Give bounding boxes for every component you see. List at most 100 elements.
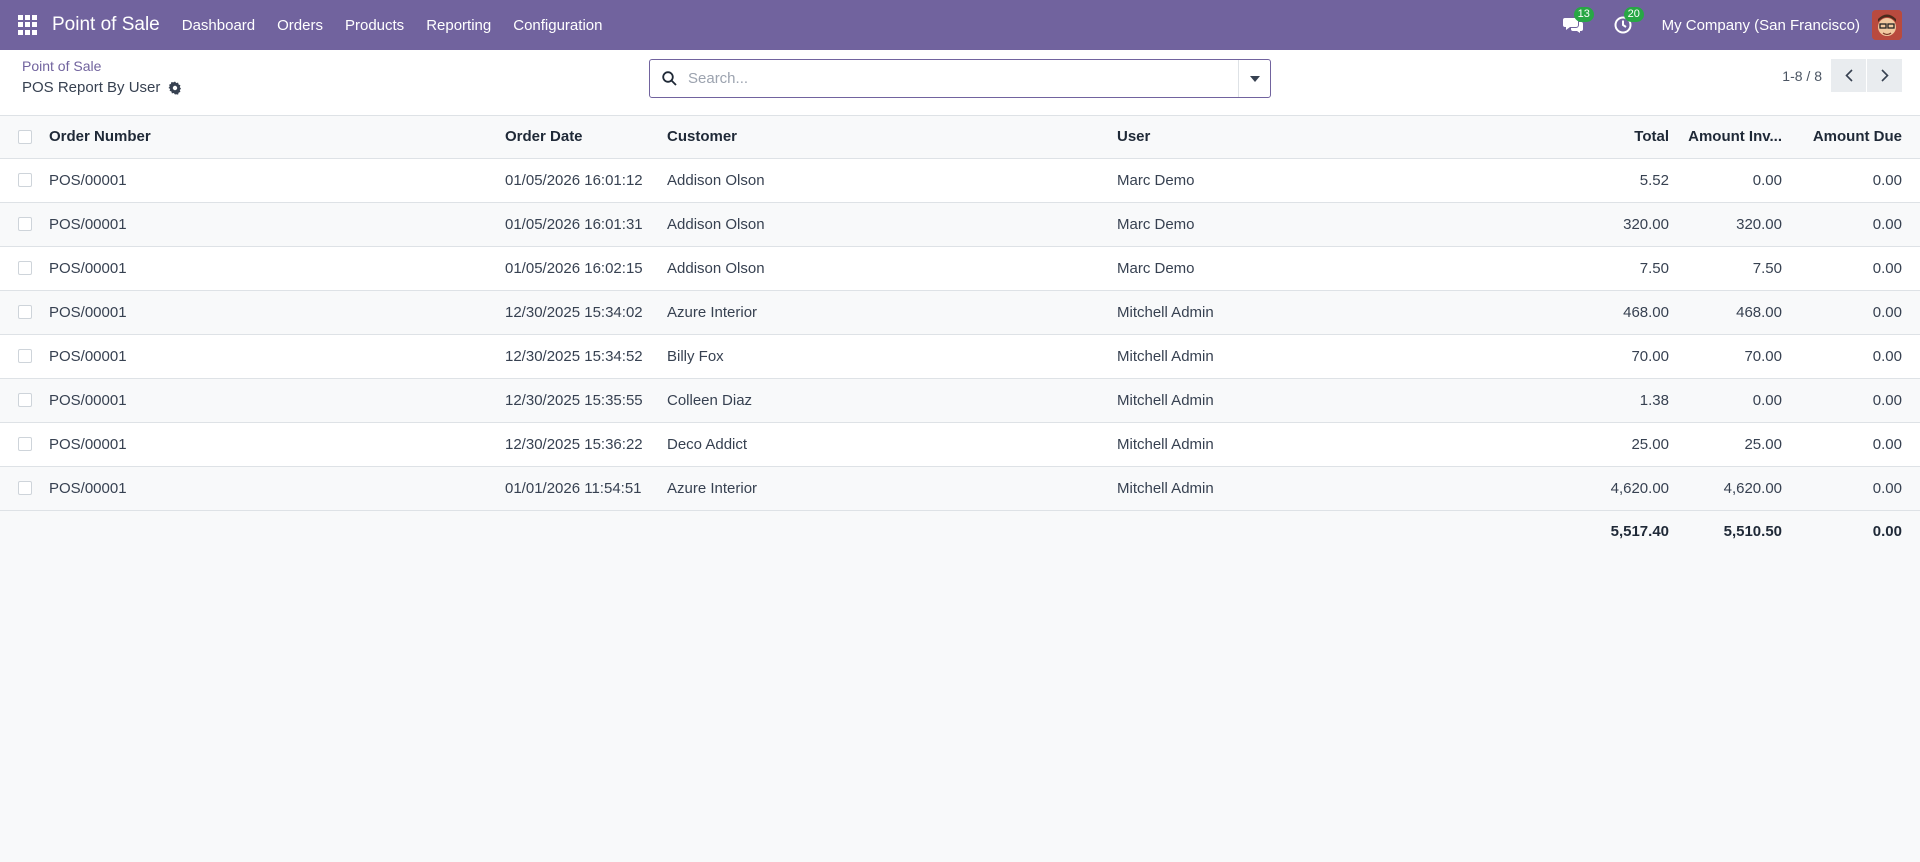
cell-user[interactable]: Mitchell Admin: [1117, 422, 1577, 467]
messages-button[interactable]: 13: [1562, 7, 1594, 36]
menu-products[interactable]: Products: [345, 17, 404, 34]
company-switcher[interactable]: My Company (San Francisco): [1662, 17, 1860, 34]
cell-customer[interactable]: Colleen Diaz: [667, 378, 1117, 423]
col-amount-invoiced[interactable]: Amount Inv...: [1680, 116, 1793, 159]
cell-customer[interactable]: Addison Olson: [667, 246, 1117, 291]
cell-amount-invoiced[interactable]: 468.00: [1680, 290, 1793, 335]
sum-amount-invoiced: 5,510.50: [1680, 510, 1793, 552]
cell-amount-due[interactable]: 0.00: [1793, 334, 1920, 379]
cell-customer[interactable]: Addison Olson: [667, 158, 1117, 203]
user-avatar[interactable]: [1872, 10, 1902, 40]
cell-amount-due[interactable]: 0.00: [1793, 378, 1920, 423]
table-row[interactable]: POS/00001 12/30/2025 15:35:55 Colleen Di…: [0, 378, 1920, 423]
cell-total[interactable]: 320.00: [1577, 202, 1680, 247]
cell-order-date[interactable]: 01/05/2026 16:02:15: [505, 246, 667, 291]
cell-amount-due[interactable]: 0.00: [1793, 246, 1920, 291]
col-order-date[interactable]: Order Date: [505, 116, 667, 159]
table-row[interactable]: POS/00001 01/05/2026 16:01:12 Addison Ol…: [0, 158, 1920, 203]
cell-order-number[interactable]: POS/00001: [49, 202, 505, 247]
cell-total[interactable]: 1.38: [1577, 378, 1680, 423]
cell-order-date[interactable]: 12/30/2025 15:34:02: [505, 290, 667, 335]
table-row[interactable]: POS/00001 01/05/2026 16:01:31 Addison Ol…: [0, 202, 1920, 247]
cell-order-number[interactable]: POS/00001: [49, 246, 505, 291]
cell-customer[interactable]: Deco Addict: [667, 422, 1117, 467]
cell-order-date[interactable]: 12/30/2025 15:36:22: [505, 422, 667, 467]
cell-amount-invoiced[interactable]: 7.50: [1680, 246, 1793, 291]
gear-icon[interactable]: [168, 81, 182, 95]
cell-amount-due[interactable]: 0.00: [1793, 422, 1920, 467]
cell-customer[interactable]: Azure Interior: [667, 290, 1117, 335]
cell-total[interactable]: 4,620.00: [1577, 466, 1680, 511]
cell-amount-invoiced[interactable]: 70.00: [1680, 334, 1793, 379]
table-row[interactable]: POS/00001 12/30/2025 15:34:52 Billy Fox …: [0, 334, 1920, 379]
cell-order-date[interactable]: 01/01/2026 11:54:51: [505, 466, 667, 511]
cell-order-number[interactable]: POS/00001: [49, 466, 505, 511]
table-row[interactable]: POS/00001 01/01/2026 11:54:51 Azure Inte…: [0, 466, 1920, 511]
cell-order-number[interactable]: POS/00001: [49, 158, 505, 203]
search-options-toggle[interactable]: [1238, 60, 1270, 97]
cell-order-date[interactable]: 12/30/2025 15:35:55: [505, 378, 667, 423]
cell-amount-due[interactable]: 0.00: [1793, 290, 1920, 335]
app-brand[interactable]: Point of Sale: [52, 14, 160, 36]
activities-button[interactable]: 20: [1612, 7, 1644, 36]
row-checkbox[interactable]: [18, 437, 32, 451]
cell-customer[interactable]: Billy Fox: [667, 334, 1117, 379]
cell-amount-due[interactable]: 0.00: [1793, 158, 1920, 203]
col-customer[interactable]: Customer: [667, 116, 1117, 159]
menu-reporting[interactable]: Reporting: [426, 17, 491, 34]
cell-customer[interactable]: Azure Interior: [667, 466, 1117, 511]
cell-user[interactable]: Marc Demo: [1117, 246, 1577, 291]
apps-menu-icon[interactable]: [18, 15, 38, 35]
cell-user[interactable]: Mitchell Admin: [1117, 290, 1577, 335]
cell-user[interactable]: Mitchell Admin: [1117, 334, 1577, 379]
row-checkbox[interactable]: [18, 349, 32, 363]
cell-user[interactable]: Mitchell Admin: [1117, 466, 1577, 511]
row-checkbox[interactable]: [18, 481, 32, 495]
cell-customer[interactable]: Addison Olson: [667, 202, 1117, 247]
row-checkbox[interactable]: [18, 217, 32, 231]
breadcrumb[interactable]: Point of Sale: [22, 58, 101, 74]
cell-user[interactable]: Marc Demo: [1117, 202, 1577, 247]
cell-order-date[interactable]: 12/30/2025 15:34:52: [505, 334, 667, 379]
cell-amount-invoiced[interactable]: 25.00: [1680, 422, 1793, 467]
pager-value[interactable]: 1-8 / 8: [1782, 68, 1822, 84]
col-total[interactable]: Total: [1577, 116, 1680, 159]
cell-amount-due[interactable]: 0.00: [1793, 466, 1920, 511]
cell-amount-invoiced[interactable]: 320.00: [1680, 202, 1793, 247]
pager-previous-button[interactable]: [1831, 59, 1866, 92]
cell-amount-due[interactable]: 0.00: [1793, 202, 1920, 247]
select-all-checkbox[interactable]: [18, 129, 32, 144]
select-all-cell: [0, 116, 49, 159]
table-row[interactable]: POS/00001 01/05/2026 16:02:15 Addison Ol…: [0, 246, 1920, 291]
cell-order-number[interactable]: POS/00001: [49, 290, 505, 335]
cell-user[interactable]: Mitchell Admin: [1117, 378, 1577, 423]
cell-order-date[interactable]: 01/05/2026 16:01:12: [505, 158, 667, 203]
cell-order-number[interactable]: POS/00001: [49, 334, 505, 379]
cell-amount-invoiced[interactable]: 0.00: [1680, 158, 1793, 203]
cell-amount-invoiced[interactable]: 4,620.00: [1680, 466, 1793, 511]
menu-dashboard[interactable]: Dashboard: [182, 17, 255, 34]
menu-configuration[interactable]: Configuration: [513, 17, 602, 34]
cell-order-number[interactable]: POS/00001: [49, 422, 505, 467]
col-amount-due[interactable]: Amount Due: [1793, 116, 1920, 159]
row-checkbox[interactable]: [18, 173, 32, 187]
row-checkbox[interactable]: [18, 305, 32, 319]
table-row[interactable]: POS/00001 12/30/2025 15:34:02 Azure Inte…: [0, 290, 1920, 335]
pager-next-button[interactable]: [1867, 59, 1902, 92]
table-row[interactable]: POS/00001 12/30/2025 15:36:22 Deco Addic…: [0, 422, 1920, 467]
cell-order-number[interactable]: POS/00001: [49, 378, 505, 423]
row-checkbox[interactable]: [18, 261, 32, 275]
cell-total[interactable]: 5.52: [1577, 158, 1680, 203]
col-user[interactable]: User: [1117, 116, 1577, 159]
cell-amount-invoiced[interactable]: 0.00: [1680, 378, 1793, 423]
cell-user[interactable]: Marc Demo: [1117, 158, 1577, 203]
search-input[interactable]: [688, 60, 1238, 97]
menu-orders[interactable]: Orders: [277, 17, 323, 34]
cell-total[interactable]: 7.50: [1577, 246, 1680, 291]
cell-order-date[interactable]: 01/05/2026 16:01:31: [505, 202, 667, 247]
col-order-number[interactable]: Order Number: [49, 116, 505, 159]
cell-total[interactable]: 25.00: [1577, 422, 1680, 467]
cell-total[interactable]: 468.00: [1577, 290, 1680, 335]
cell-total[interactable]: 70.00: [1577, 334, 1680, 379]
row-checkbox[interactable]: [18, 393, 32, 407]
